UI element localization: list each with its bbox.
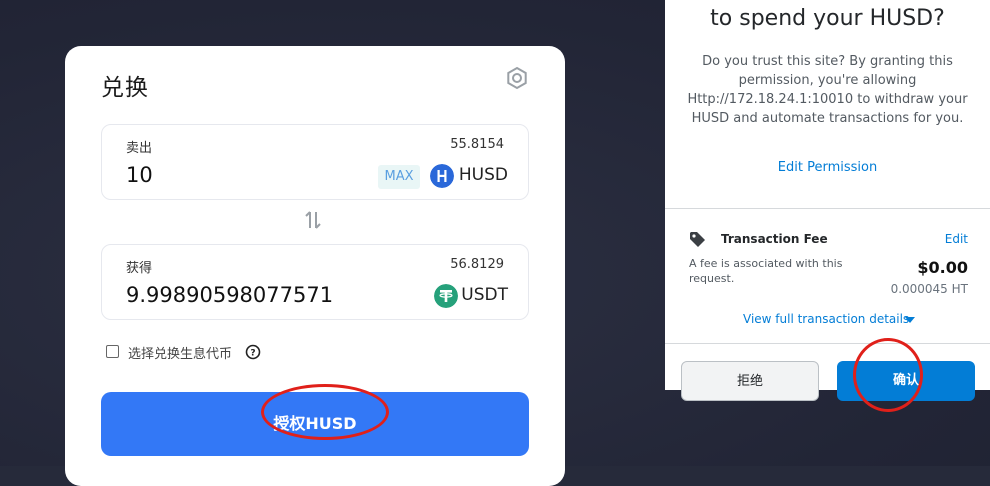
receive-token-name[interactable]: USDT: [461, 285, 508, 305]
edit-permission-link[interactable]: Edit Permission: [665, 160, 990, 175]
fee-description: A fee is associated with this request.: [689, 257, 843, 285]
settings-icon[interactable]: [505, 66, 529, 90]
authorize-husd-button[interactable]: 授权HUSD: [101, 392, 529, 456]
swap-card: 兑换 卖出 55.8154 10 MAX HUSD 获得 56.8129 9.9…: [65, 46, 565, 486]
view-details-link[interactable]: View full transaction details: [743, 312, 909, 326]
help-icon[interactable]: ?: [245, 344, 261, 360]
receive-amount: 9.99890598077571: [126, 283, 334, 307]
svg-text:?: ?: [250, 349, 255, 359]
sell-field[interactable]: 卖出 55.8154 10 MAX HUSD: [101, 124, 529, 200]
tag-icon: [690, 232, 705, 247]
reject-button[interactable]: 拒绝: [681, 361, 819, 401]
usdt-token-icon: [434, 284, 458, 308]
yield-token-label: 选择兑换生息代币: [128, 347, 233, 362]
sell-amount-input[interactable]: 10: [126, 163, 153, 187]
sell-balance: 55.8154: [450, 137, 504, 152]
fee-edit-link[interactable]: Edit: [945, 232, 968, 246]
fee-amount: $0.00: [917, 258, 968, 277]
receive-label: 获得: [126, 261, 153, 276]
sell-label: 卖出: [126, 141, 153, 156]
receive-field[interactable]: 获得 56.8129 9.99890598077571 USDT: [101, 244, 529, 320]
max-button[interactable]: MAX: [378, 165, 420, 189]
receive-balance: 56.8129: [450, 257, 504, 272]
page-title: 兑换: [101, 75, 149, 101]
yield-token-checkbox[interactable]: [106, 345, 119, 358]
divider: [665, 343, 990, 344]
transaction-fee-title: Transaction Fee: [721, 232, 828, 246]
sell-token-name[interactable]: HUSD: [459, 165, 508, 185]
approval-description: Do you trust this site? By granting this…: [687, 54, 968, 126]
fee-amount-ht: 0.000045 HT: [890, 282, 968, 296]
approval-title: to spend your HUSD?: [710, 6, 945, 31]
caret-down-icon[interactable]: [905, 317, 915, 323]
divider: [665, 208, 990, 209]
approval-panel: to spend your HUSD? Do you trust this si…: [665, 0, 990, 412]
confirm-button[interactable]: 确认: [837, 361, 975, 401]
swap-direction-icon[interactable]: [303, 208, 323, 232]
husd-token-icon: [430, 164, 454, 188]
